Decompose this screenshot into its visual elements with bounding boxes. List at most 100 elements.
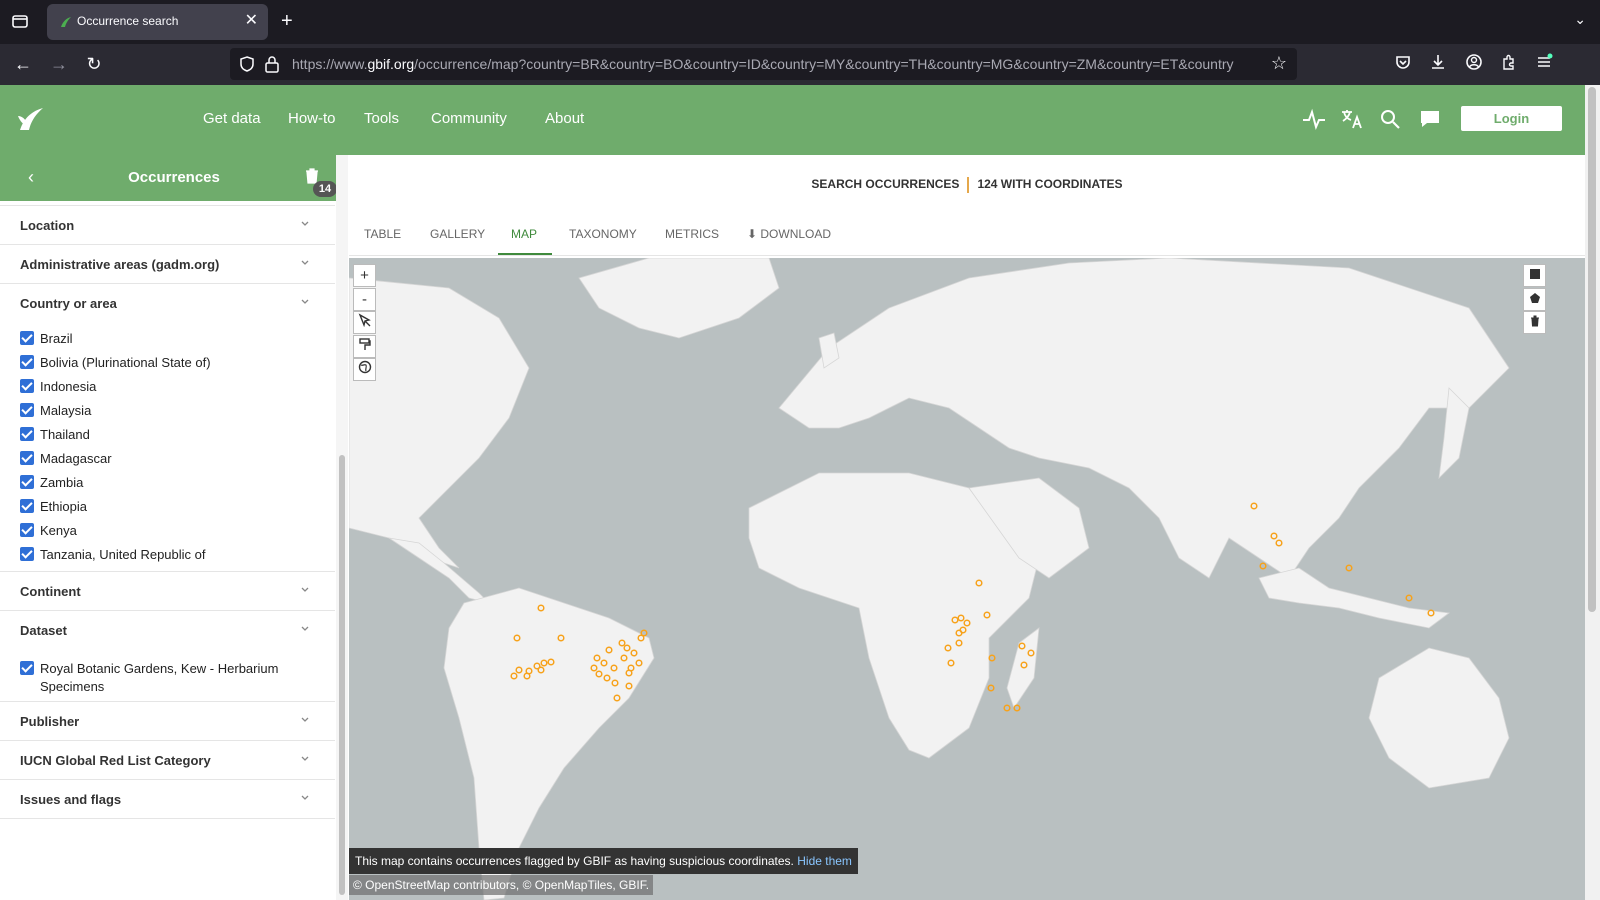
delete-shape-trash-icon[interactable] <box>1523 311 1546 334</box>
occurrence-point <box>947 659 955 667</box>
checkbox-checked[interactable] <box>20 547 34 561</box>
url-text[interactable]: https://www.gbif.org/occurrence/map?coun… <box>292 56 1257 74</box>
account-icon[interactable] <box>1463 53 1485 75</box>
menu-about[interactable]: About <box>545 110 584 127</box>
activity-pulse-icon[interactable] <box>1302 107 1326 131</box>
occurrence-point <box>513 634 521 642</box>
facet-iucn[interactable]: IUCN Global Red List Category <box>0 741 335 780</box>
search-icon[interactable] <box>1378 107 1402 131</box>
forward-arrow-icon[interactable]: → <box>48 53 70 75</box>
facet-location[interactable]: Location <box>0 205 335 245</box>
facet-admin-areas[interactable]: Administrative areas (gadm.org) <box>0 245 335 284</box>
tab-download[interactable]: ⬇ DOWNLOAD <box>747 227 831 241</box>
chevron-down-icon[interactable] <box>300 297 310 307</box>
occurrence-point <box>987 684 995 692</box>
bookmark-star-icon[interactable]: ☆ <box>1271 53 1287 74</box>
tab-close-icon[interactable]: ✕ <box>245 12 258 30</box>
menu-tools[interactable]: Tools <box>364 110 399 127</box>
occurrence-point <box>523 672 531 680</box>
checkbox-checked[interactable] <box>20 379 34 393</box>
map-attribution: © OpenStreetMap contributors, © OpenMapT… <box>349 875 654 895</box>
occurrence-point <box>533 662 541 670</box>
occurrence-point <box>547 658 555 666</box>
checkbox-checked[interactable] <box>20 451 34 465</box>
address-bar[interactable]: https://www.gbif.org/occurrence/map?coun… <box>230 48 1297 80</box>
chevron-down-icon[interactable] <box>300 624 310 634</box>
occurrence-points-layer <box>510 502 1435 712</box>
reload-icon[interactable]: ↻ <box>83 53 105 75</box>
tab-gallery[interactable]: GALLERY <box>430 227 485 241</box>
checkbox-checked[interactable] <box>20 427 34 441</box>
tab-table[interactable]: TABLE <box>364 227 401 241</box>
menu-get-data[interactable]: Get data <box>203 110 261 127</box>
country-label: Malaysia <box>40 403 92 418</box>
checkbox-checked[interactable] <box>20 403 34 417</box>
checkbox-checked[interactable] <box>20 499 34 513</box>
occurrence-point <box>610 664 618 672</box>
feedback-comment-icon[interactable] <box>1418 107 1442 131</box>
view-tabs: TABLE GALLERY MAP TAXONOMY METRICS ⬇ DOW… <box>349 207 1585 256</box>
page-scrollbar[interactable] <box>1585 85 1600 900</box>
tracking-shield-icon[interactable] <box>238 55 256 73</box>
facet-issues[interactable]: Issues and flags <box>0 780 335 819</box>
select-tool-icon[interactable] <box>353 311 376 334</box>
login-button[interactable]: Login <box>1461 106 1562 131</box>
facet-continent[interactable]: Continent <box>0 572 335 611</box>
menu-community[interactable]: Community <box>431 110 507 127</box>
country-label: Thailand <box>40 427 90 442</box>
suspicious-coordinates-notice: This map contains occurrences flagged by… <box>349 848 858 874</box>
checkbox-checked[interactable] <box>20 661 34 675</box>
main-content: SEARCH OCCURRENCES 124 WITH COORDINATES T… <box>349 155 1585 900</box>
new-tab-icon[interactable]: + <box>281 10 293 32</box>
zoom-in-button[interactable]: + <box>353 264 376 287</box>
url-domain: gbif.org <box>367 56 415 72</box>
back-arrow-icon[interactable]: ← <box>12 53 34 75</box>
facet-dataset-label[interactable]: Dataset <box>20 623 67 638</box>
occurrence-point <box>957 614 965 622</box>
browser-tab-active[interactable]: Occurrence search ✕ <box>47 4 268 40</box>
country-label: Bolivia (Plurinational State of) <box>40 355 211 370</box>
facet-country-label[interactable]: Country or area <box>20 296 117 311</box>
country-label: Indonesia <box>40 379 97 394</box>
draw-polygon-icon[interactable] <box>1523 288 1546 311</box>
gbif-logo-icon[interactable] <box>16 104 46 134</box>
tab-taxonomy[interactable]: TAXONOMY <box>569 227 637 241</box>
pocket-icon[interactable] <box>1392 53 1414 75</box>
app-menu-icon[interactable] <box>1533 53 1555 75</box>
facet-continent-label: Continent <box>20 584 81 599</box>
occurrence-point <box>595 670 603 678</box>
country-label: Kenya <box>40 523 77 538</box>
occurrence-map[interactable]: + - This map contains occurrences flagge… <box>349 258 1585 900</box>
download-icon: ⬇ <box>747 227 761 241</box>
occurrence-point <box>975 579 983 587</box>
facet-publisher[interactable]: Publisher <box>0 702 335 741</box>
projection-globe-icon[interactable] <box>353 358 376 381</box>
translate-icon[interactable] <box>1340 107 1364 131</box>
hide-suspicious-link[interactable]: Hide them <box>797 854 852 868</box>
checkbox-checked[interactable] <box>20 355 34 369</box>
url-path: /occurrence/map?country=BR&country=BO&co… <box>414 56 1234 72</box>
occurrence-point <box>988 654 996 662</box>
lock-icon[interactable] <box>264 55 280 73</box>
page-scrollbar-thumb[interactable] <box>1588 87 1596 612</box>
menu-how-to[interactable]: How-to <box>288 110 336 127</box>
occurrence-point <box>951 616 959 624</box>
tab-metrics[interactable]: METRICS <box>665 227 719 241</box>
active-tab-indicator <box>498 253 552 255</box>
occurrence-point <box>1275 539 1283 547</box>
checkbox-checked[interactable] <box>20 523 34 537</box>
tab-map[interactable]: MAP <box>511 227 537 241</box>
style-paint-roller-icon[interactable] <box>353 335 376 358</box>
checkbox-checked[interactable] <box>20 331 34 345</box>
facet-admin-areas-label: Administrative areas (gadm.org) <box>20 257 220 272</box>
browser-tab-strip: Occurrence search ✕ + ⌄ <box>0 0 1600 44</box>
tab-list-icon[interactable] <box>10 12 30 32</box>
occurrence-point <box>944 644 952 652</box>
sidebar-scrollbar-thumb[interactable] <box>339 455 345 895</box>
checkbox-checked[interactable] <box>20 475 34 489</box>
tabs-overflow-chevron-icon[interactable]: ⌄ <box>1574 11 1586 28</box>
downloads-icon[interactable] <box>1427 53 1449 75</box>
zoom-out-button[interactable]: - <box>353 288 376 311</box>
extensions-icon[interactable] <box>1498 53 1520 75</box>
draw-rectangle-icon[interactable] <box>1523 264 1546 287</box>
